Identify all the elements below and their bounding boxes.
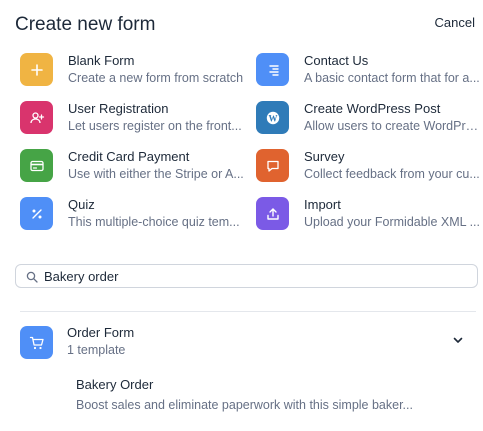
template-description: Allow users to create WordPres... [304, 119, 480, 133]
template-import[interactable]: Import Upload your Formidable XML ... [256, 195, 481, 235]
template-description: Collect feedback from your cu... [304, 167, 480, 181]
template-description: Create a new form from scratch [68, 71, 244, 85]
template-description: A basic contact form that for a... [304, 71, 480, 85]
template-bakery-order[interactable]: Bakery Order Boost sales and eliminate p… [76, 377, 426, 412]
template-contact-us[interactable]: Contact Us A basic contact form that for… [256, 51, 481, 91]
category-name: Order Form [67, 325, 135, 340]
template-name: Credit Card Payment [68, 149, 190, 164]
result-name: Bakery Order [76, 377, 154, 392]
search-icon [26, 271, 38, 283]
template-name: Import [304, 197, 341, 212]
plus-icon [20, 53, 53, 86]
result-description: Boost sales and eliminate paperwork with… [76, 398, 413, 412]
chevron-down-icon[interactable] [452, 334, 464, 346]
divider [20, 311, 476, 312]
chat-bubble-icon [256, 149, 289, 182]
wordpress-icon: W [256, 101, 289, 134]
template-name: Quiz [68, 197, 95, 212]
template-user-registration[interactable]: User Registration Let users register on … [20, 99, 245, 139]
credit-card-icon [20, 149, 53, 182]
search-box[interactable] [15, 264, 478, 288]
cancel-button[interactable]: Cancel [435, 15, 475, 30]
template-survey[interactable]: Survey Collect feedback from your cu... [256, 147, 481, 187]
template-blank-form[interactable]: Blank Form Create a new form from scratc… [20, 51, 245, 91]
template-description: This multiple-choice quiz tem... [68, 215, 240, 229]
template-quiz[interactable]: Quiz This multiple-choice quiz tem... [20, 195, 245, 235]
template-description: Use with either the Stripe or A... [68, 167, 244, 181]
user-add-icon [20, 101, 53, 134]
template-name: Create WordPress Post [304, 101, 441, 116]
modal-title: Create new form [15, 14, 156, 35]
template-name: Contact Us [304, 53, 369, 68]
template-description: Let users register on the front... [68, 119, 242, 133]
template-credit-card-payment[interactable]: Credit Card Payment Use with either the … [20, 147, 245, 187]
template-name: Survey [304, 149, 345, 164]
svg-text:W: W [268, 113, 277, 123]
upload-icon [256, 197, 289, 230]
template-description: Upload your Formidable XML ... [304, 215, 480, 229]
category-order-form[interactable]: Order Form 1 template [20, 323, 476, 363]
template-create-wordpress-post[interactable]: W Create WordPress Post Allow users to c… [256, 99, 481, 139]
template-name: User Registration [68, 101, 169, 116]
percent-icon [20, 197, 53, 230]
align-right-icon [256, 53, 289, 86]
search-input[interactable] [44, 267, 464, 285]
cart-icon [20, 326, 53, 359]
category-count: 1 template [67, 343, 126, 357]
template-name: Blank Form [68, 53, 135, 68]
